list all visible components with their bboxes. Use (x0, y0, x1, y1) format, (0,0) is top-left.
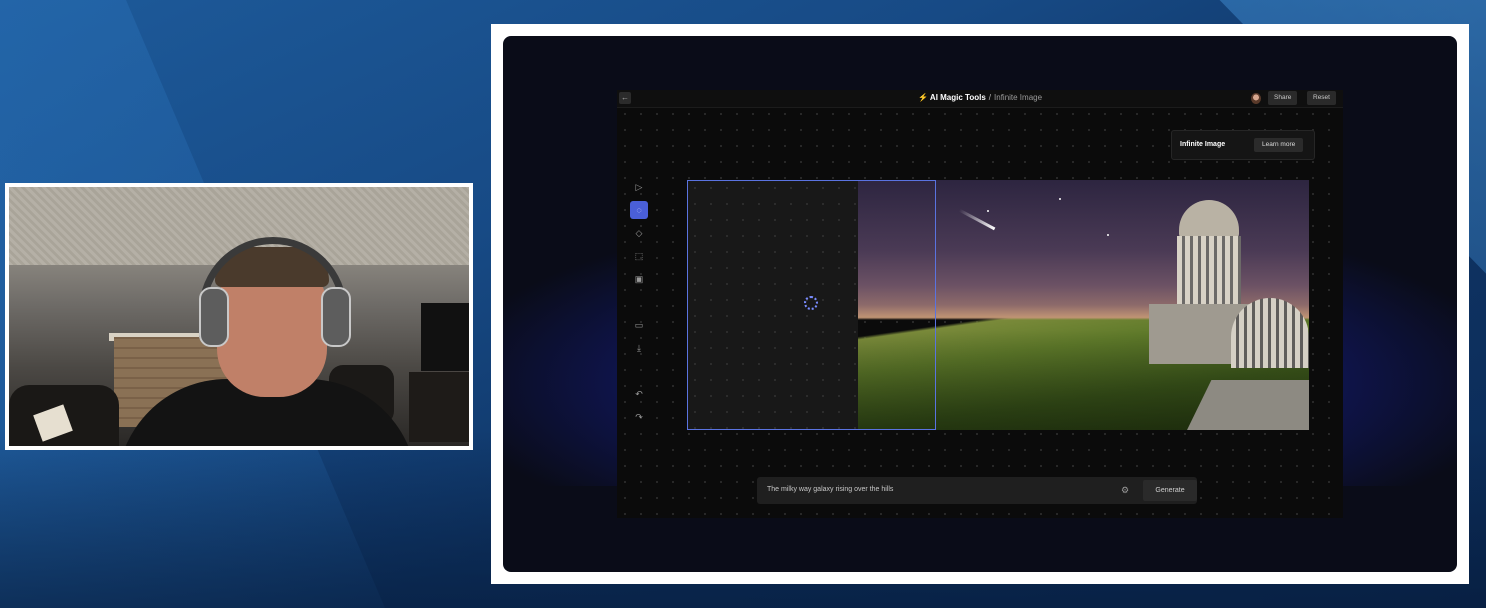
avatar[interactable] (1251, 93, 1261, 104)
canvas[interactable] (687, 180, 1309, 430)
generation-frame[interactable] (687, 180, 936, 430)
eraser-icon: ◇ (635, 228, 643, 238)
screen-share: ← ⚡ AI Magic Tools / Infinite Image Share R… (491, 24, 1469, 584)
star (1107, 234, 1109, 236)
settings-sliders-icon[interactable]: ⚙ (1119, 484, 1131, 496)
crop-tool[interactable]: ⬚ (630, 247, 648, 265)
open-folder-button[interactable]: ▭ (630, 316, 648, 334)
observatory-dome (1179, 200, 1239, 238)
reset-button[interactable]: Reset (1307, 91, 1336, 105)
crop-icon: ⬚ (634, 251, 644, 261)
breadcrumb: ⚡ AI Magic Tools / Infinite Image (617, 93, 1343, 102)
observatory-building (1149, 200, 1309, 400)
top-bar: ← ⚡ AI Magic Tools / Infinite Image Share R… (617, 90, 1343, 108)
select-tool[interactable]: ▷ (630, 178, 648, 196)
generation-frame-icon: ◌ (636, 205, 642, 215)
download-icon: ⤓ (637, 343, 641, 353)
generate-button[interactable]: Generate (1143, 480, 1197, 501)
undo-button[interactable]: ↶ (630, 385, 648, 403)
breadcrumb-separator: / (988, 93, 992, 102)
breadcrumb-page: Infinite Image (994, 93, 1043, 102)
redo-button[interactable]: ↷ (630, 408, 648, 426)
headphones-ear-cup (321, 287, 351, 347)
headphones-ear-cup (199, 287, 229, 347)
undo-icon: ↶ (635, 389, 643, 399)
observatory-rotunda (1231, 298, 1309, 368)
observatory-tower (1177, 236, 1241, 306)
redo-icon: ↷ (635, 412, 643, 422)
info-panel: Infinite Image Learn more (1171, 130, 1315, 160)
download-button[interactable]: ⤓ (630, 339, 648, 357)
prompt-bar: The milky way galaxy rising over the hil… (757, 477, 1197, 504)
magic-wand-icon: ⚡ (917, 93, 928, 102)
select-icon: ▷ (635, 182, 643, 192)
webcam-video (9, 187, 469, 446)
image-tool[interactable]: ▣ (630, 270, 648, 288)
learn-more-button[interactable]: Learn more (1254, 138, 1304, 152)
star (1059, 198, 1061, 200)
eraser-tool[interactable]: ◇ (630, 224, 648, 242)
shelf (409, 372, 469, 442)
generation-frame-tool[interactable]: ◌ (630, 201, 648, 219)
breadcrumb-root[interactable]: AI Magic Tools (930, 93, 986, 102)
share-button[interactable]: Share (1268, 91, 1298, 105)
image-icon: ▣ (634, 274, 644, 284)
infinite-image-app: ← ⚡ AI Magic Tools / Infinite Image Share R… (617, 90, 1343, 518)
screen-share-content: ← ⚡ AI Magic Tools / Infinite Image Share R… (503, 36, 1457, 572)
folder-icon: ▭ (634, 320, 644, 330)
television (421, 303, 469, 371)
left-toolbar: ▷ ◌ ◇ ⬚ ▣ ▭ ⤓ ↶ ↷ (630, 178, 648, 438)
webcam-feed (5, 183, 473, 450)
prompt-input[interactable]: The milky way galaxy rising over the hil… (767, 486, 893, 493)
star (987, 210, 989, 212)
info-panel-title: Infinite Image (1180, 141, 1226, 148)
